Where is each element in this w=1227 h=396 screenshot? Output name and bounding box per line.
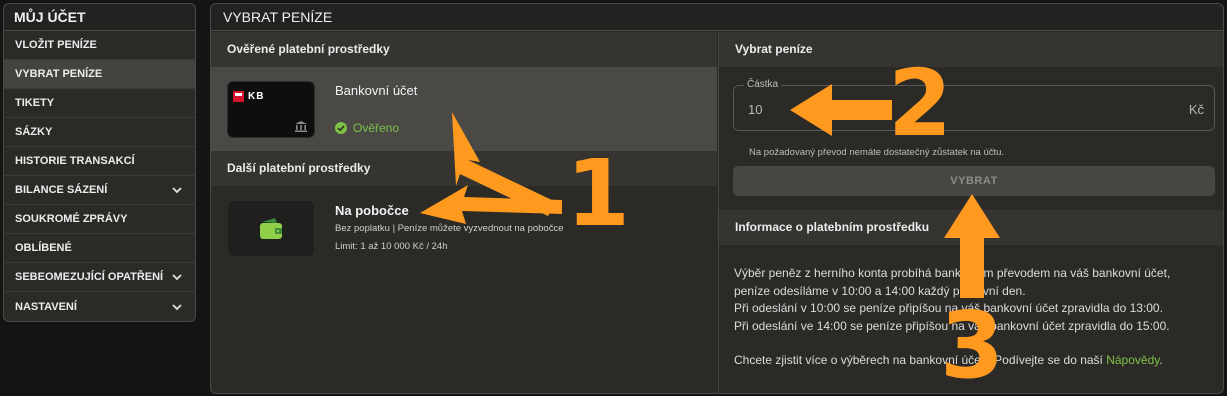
sidebar-item-label: OBLÍBENÉ — [15, 242, 72, 254]
sidebar-item-nastaveni[interactable]: NASTAVENÍ — [4, 292, 195, 321]
sidebar-item-sebeomezujici-opatreni[interactable]: SEBEOMEZUJÍCÍ OPATŘENÍ — [4, 263, 195, 292]
verified-label: Ověřeno — [353, 121, 400, 135]
withdraw-button[interactable]: VYBRAT — [733, 166, 1215, 196]
sidebar-item-label: HISTORIE TRANSAKCÍ — [15, 155, 135, 167]
sidebar-item-sazky[interactable]: SÁZKY — [4, 118, 195, 147]
amount-label: Částka — [744, 79, 782, 90]
sidebar-item-tikety[interactable]: TIKETY — [4, 89, 195, 118]
annotation-number-3: 3 — [940, 292, 1005, 396]
chevron-down-icon — [172, 187, 182, 194]
verified-status: Ověřeno — [335, 121, 399, 135]
sidebar-item-label: SÁZKY — [15, 126, 53, 138]
sidebar-item-vlozit-penize[interactable]: VLOŽIT PENÍZE — [4, 31, 195, 60]
amount-input[interactable]: 10 — [748, 102, 762, 117]
bank-account-method[interactable]: KB Bankovní účet Ověřeno — [211, 67, 717, 151]
currency-unit: Kč — [1188, 102, 1204, 117]
withdraw-panel: VYBRAT PENÍZE Ověřené platební prostředk… — [210, 3, 1224, 394]
sidebar-item-label: NASTAVENÍ — [15, 300, 77, 313]
sidebar-item-vybrat-penize[interactable]: VYBRAT PENÍZE — [4, 60, 195, 89]
sidebar-item-oblibene[interactable]: OBLÍBENÉ — [4, 234, 195, 263]
branch-method[interactable]: Na pobočce Bez poplatku | Peníze můžete … — [211, 186, 717, 272]
sidebar-item-bilance-sazeni[interactable]: BILANCE SÁZENÍ — [4, 176, 195, 205]
sidebar-item-label: TIKETY — [15, 97, 55, 109]
branch-name: Na pobočce — [335, 203, 409, 218]
branch-fee-line: Bez poplatku | Peníze můžete vyzvednout … — [335, 223, 564, 234]
sidebar-item-label: VLOŽIT PENÍZE — [15, 39, 97, 51]
branch-limit-line: Limit: 1 až 10 000 Kč / 24h — [335, 241, 448, 252]
info-line: Výběr peněz z herního konta probíhá bank… — [734, 266, 1171, 280]
wallet-card — [227, 200, 315, 257]
withdraw-heading: Vybrat peníze — [719, 32, 1223, 67]
sidebar-item-soukrome-zpravy[interactable]: SOUKROMÉ ZPRÁVY — [4, 205, 195, 234]
sidebar-item-label: SEBEOMEZUJÍCÍ OPATŘENÍ — [15, 271, 164, 283]
insufficient-balance-warning: Na požadovaný převod nemáte dostatečný z… — [749, 147, 1005, 158]
chevron-down-icon — [172, 303, 182, 310]
verified-methods-heading: Ověřené platební prostředky — [211, 32, 717, 67]
chevron-down-icon — [172, 274, 182, 281]
help-link[interactable]: Nápovědy — [1106, 353, 1159, 367]
payment-info-heading: Informace o platebním prostředku — [719, 210, 1223, 245]
other-methods-heading: Další platební prostředky — [211, 151, 717, 186]
sidebar-item-label: BILANCE SÁZENÍ — [15, 184, 108, 196]
sidebar-item-label: VYBRAT PENÍZE — [15, 68, 103, 80]
account-sidebar: MŮJ ÚČET VLOŽIT PENÍZE VYBRAT PENÍZE TIK… — [3, 3, 196, 322]
annotation-number-1: 1 — [566, 140, 631, 247]
payment-methods-column: Ověřené platební prostředky KB Bankovní … — [211, 32, 717, 393]
wallet-icon — [260, 217, 282, 239]
sidebar-item-historie-transakci[interactable]: HISTORIE TRANSAKCÍ — [4, 147, 195, 176]
bank-icon — [295, 121, 307, 132]
bank-account-name: Bankovní účet — [335, 83, 418, 98]
annotation-number-2: 2 — [888, 50, 953, 157]
sidebar-item-label: SOUKROMÉ ZPRÁVY — [15, 213, 128, 225]
amount-field[interactable]: Částka 10 Kč — [733, 79, 1215, 131]
bank-card: KB — [227, 81, 315, 138]
check-circle-icon — [335, 122, 347, 134]
sidebar-title: MŮJ ÚČET — [4, 4, 195, 31]
page-title: VYBRAT PENÍZE — [211, 4, 1223, 31]
kb-logo: KB — [233, 91, 264, 102]
